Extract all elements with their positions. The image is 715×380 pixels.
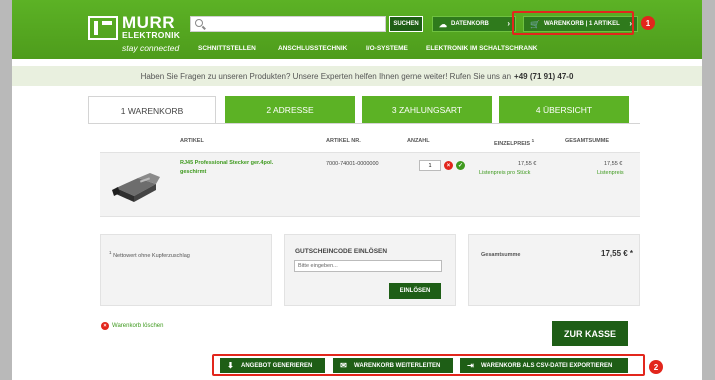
- einzelpreis-footnote-marker: 1: [531, 138, 535, 143]
- column-header-anzahl: ANZAHL: [407, 138, 430, 144]
- nav-io-systeme[interactable]: I/O-SYSTEME: [366, 45, 408, 52]
- expert-info-bar: Haben Sie Fragen zu unseren Produkten? U…: [12, 66, 702, 86]
- quantity-input[interactable]: 1: [419, 160, 441, 171]
- total-price: 17,55 €: [604, 161, 623, 167]
- logo-brand-top: MURR: [122, 13, 175, 32]
- product-name-line2[interactable]: geschirmt: [180, 169, 206, 175]
- product-article-number: 7000-74001-0000000: [326, 161, 379, 167]
- footnote-text: 1 Nettowert ohne Kupferzuschlag: [109, 250, 190, 259]
- total-label: Gesamtsumme: [481, 252, 521, 258]
- forward-cart-button[interactable]: ✉ WARENKORB WEITERLEITEN: [333, 358, 453, 373]
- logo-brand-bottom: ELEKTRONIK: [122, 30, 181, 40]
- search-button[interactable]: SUCHEN: [389, 16, 423, 32]
- info-text: Haben Sie Fragen zu unseren Produkten? U…: [140, 71, 512, 81]
- forward-cart-label: WARENKORB WEITERLEITEN: [354, 362, 441, 369]
- delete-cart-link[interactable]: × Warenkorb löschen: [101, 322, 163, 330]
- annotation-badge-2: 2: [649, 360, 663, 374]
- coupon-title: GUTSCHEINCODE EINLÖSEN: [295, 248, 388, 255]
- tab-warenkorb[interactable]: 1 WARENKORB: [88, 96, 216, 124]
- export-csv-button[interactable]: ⇥ WARENKORB ALS CSV-DATEI EXPORTIEREN: [460, 358, 628, 373]
- generate-quote-button[interactable]: ⬇ ANGEBOT GENERIEREN: [220, 358, 325, 373]
- logo-tagline: stay connected: [122, 43, 180, 53]
- logo-mark-icon: [88, 16, 118, 40]
- total-box: Gesamtsumme 17,55 € *: [468, 234, 640, 306]
- export-csv-label: WARENKORB ALS CSV-DATEI EXPORTIEREN: [481, 362, 613, 369]
- info-phone[interactable]: +49 (71 91) 47-0: [514, 72, 573, 81]
- delete-icon: ×: [101, 322, 109, 330]
- total-value: 17,55 € *: [601, 249, 634, 258]
- column-header-einzelpreis: EINZELPREIS 1: [494, 138, 534, 147]
- nav-anschlusstechnik[interactable]: ANSCHLUSSTECHNIK: [278, 45, 347, 52]
- tab-uebersicht[interactable]: 4 ÜBERSICHT: [499, 96, 629, 124]
- einzelpreis-header-label: EINZELPREIS: [494, 140, 531, 147]
- product-name-line1[interactable]: RJ45 Professional Stecker ger.4pol.: [180, 160, 273, 166]
- datenkorb-button[interactable]: ☁ DATENKORB ›: [432, 16, 516, 32]
- datenkorb-label: DATENKORB: [451, 21, 489, 27]
- product-image[interactable]: [110, 170, 166, 204]
- footnote-marker: 1: [109, 250, 112, 255]
- tab-divider: [88, 123, 640, 124]
- generate-quote-label: ANGEBOT GENERIEREN: [241, 362, 313, 369]
- column-header-gesamtsumme: GESAMTSUMME: [565, 138, 609, 144]
- export-icon: ⇥: [467, 361, 474, 370]
- annotation-badge-1: 1: [641, 16, 655, 30]
- footnote-box: 1 Nettowert ohne Kupferzuschlag: [100, 234, 272, 306]
- footnote-label: Nettowert ohne Kupferzuschlag: [113, 252, 190, 259]
- nav-schnittstellen[interactable]: SCHNITTSTELLEN: [198, 45, 256, 52]
- delete-cart-label: Warenkorb löschen: [112, 323, 164, 329]
- annotation-highlight-1: [512, 11, 634, 35]
- confirm-quantity-icon[interactable]: ✓: [456, 161, 465, 170]
- download-icon: ⬇: [227, 361, 234, 370]
- search-icon: [195, 19, 203, 27]
- mail-icon: ✉: [340, 361, 347, 370]
- chevron-right-icon: ›: [507, 19, 510, 28]
- column-header-artikel-nr: ARTIKEL NR.: [326, 138, 361, 144]
- unit-price-note: Listenpreis pro Stück: [479, 170, 531, 176]
- remove-item-icon[interactable]: ×: [444, 161, 453, 170]
- column-header-artikel: ARTIKEL: [180, 138, 204, 144]
- coupon-redeem-button[interactable]: EINLÖSEN: [389, 283, 441, 299]
- unit-price: 17,55 €: [518, 161, 537, 167]
- coupon-input[interactable]: Bitte eingeben...: [294, 260, 442, 272]
- tab-zahlungsart[interactable]: 3 ZAHLUNGSART: [362, 96, 492, 124]
- page: MURR ELEKTRONIK stay connected SUCHEN ☁ …: [12, 0, 702, 380]
- checkout-button[interactable]: ZUR KASSE: [552, 321, 628, 346]
- search-input[interactable]: [190, 16, 386, 32]
- nav-elektronik-im-schaltschrank[interactable]: ELEKTRONIK IM SCHALTSCHRANK: [426, 45, 537, 52]
- murr-logo[interactable]: MURR ELEKTRONIK stay connected: [88, 13, 198, 55]
- tab-adresse[interactable]: 2 ADRESSE: [225, 96, 355, 124]
- cloud-icon: ☁: [439, 19, 447, 29]
- total-price-note: Listenpreis: [597, 170, 624, 176]
